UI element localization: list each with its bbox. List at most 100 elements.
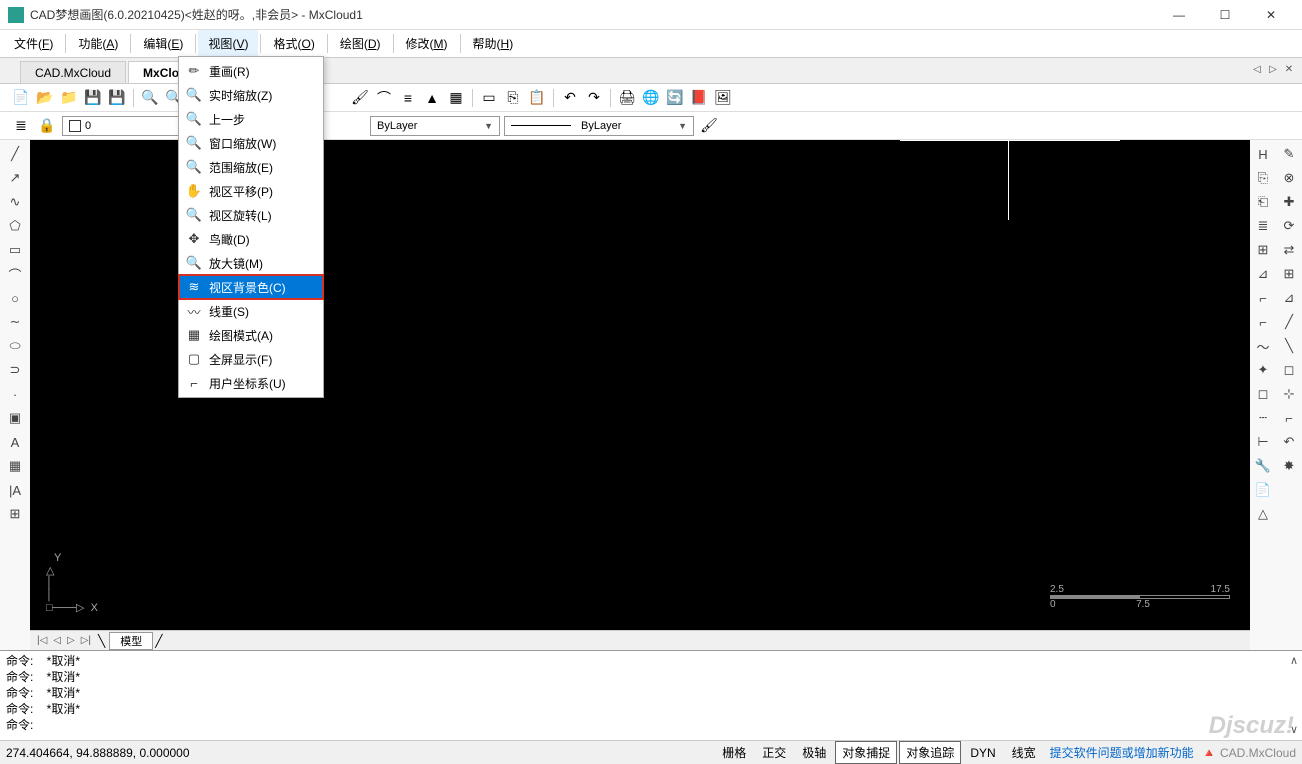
spline-tool[interactable]: ∼ bbox=[2, 311, 28, 333]
menu-magnifier[interactable]: 🔍放大镜(M) bbox=[179, 251, 323, 275]
status-otrack[interactable]: 对象追踪 bbox=[899, 741, 961, 764]
menu-viewport-bgcolor[interactable]: ≋视区背景色(C) bbox=[179, 275, 323, 299]
layer-icon[interactable]: ≣ bbox=[10, 115, 32, 137]
menu-pan[interactable]: ✋视区平移(P) bbox=[179, 179, 323, 203]
command-area[interactable]: ∧ 命令: *取消* 命令: *取消* 命令: *取消* 命令: *取消* 命令… bbox=[0, 650, 1302, 740]
measure-tool[interactable]: △ bbox=[1250, 503, 1276, 525]
mirror-tool[interactable]: ⊿ bbox=[1250, 263, 1276, 285]
status-ortho[interactable]: 正交 bbox=[755, 741, 793, 764]
mirror2-tool[interactable]: ⊿ bbox=[1276, 287, 1302, 309]
wrench-tool[interactable]: 🔧 bbox=[1250, 455, 1276, 477]
ray-tool[interactable]: ↗ bbox=[2, 167, 28, 189]
scroll-down-icon[interactable]: ∨ bbox=[1290, 722, 1298, 738]
command-input[interactable]: 命令: bbox=[6, 717, 1296, 733]
undo-button[interactable]: ↶ bbox=[559, 87, 581, 109]
paste-button[interactable]: 📋 bbox=[526, 87, 548, 109]
layer-lock-icon[interactable]: 🔒 bbox=[36, 115, 58, 137]
rotate-tool[interactable]: ⟳ bbox=[1276, 215, 1302, 237]
open-button[interactable]: 📂 bbox=[34, 87, 56, 109]
layer-button[interactable]: ▦ bbox=[445, 87, 467, 109]
point-tool[interactable]: · bbox=[2, 383, 28, 405]
model-nav-prev[interactable]: ◁ bbox=[50, 635, 64, 646]
arc-tool[interactable]: ⌒ bbox=[2, 263, 28, 285]
arc-button[interactable]: ⌒ bbox=[373, 87, 395, 109]
menu-viewport-rotate[interactable]: 🔍视区旋转(L) bbox=[179, 203, 323, 227]
menu-file[interactable]: 文件(F) bbox=[4, 30, 63, 57]
status-dyn[interactable]: DYN bbox=[963, 743, 1002, 763]
box-tool[interactable]: ◻ bbox=[1250, 383, 1276, 405]
status-lwt[interactable]: 线宽 bbox=[1005, 741, 1043, 764]
menu-draw[interactable]: 绘图(D) bbox=[330, 30, 391, 57]
box2-tool[interactable]: ◻ bbox=[1276, 359, 1302, 381]
ellipse-tool[interactable]: ⬭ bbox=[2, 335, 28, 357]
feedback-link[interactable]: 提交软件问题或增加新功能 bbox=[1050, 744, 1194, 761]
menu-edit[interactable]: 编辑(E) bbox=[133, 30, 193, 57]
menu-fullscreen[interactable]: ▢全屏显示(F) bbox=[179, 347, 323, 371]
menu-prev-step[interactable]: 🔍上一步 bbox=[179, 107, 323, 131]
paste2-tool[interactable]: ⎗ bbox=[1250, 191, 1276, 213]
menu-draw-mode[interactable]: ▦绘图模式(A) bbox=[179, 323, 323, 347]
circle-tool[interactable]: ○ bbox=[2, 287, 28, 309]
minimize-button[interactable]: — bbox=[1156, 0, 1202, 30]
edit-tool[interactable]: ✎ bbox=[1276, 143, 1302, 165]
new-button[interactable]: 📄 bbox=[10, 87, 32, 109]
move-tool[interactable]: ⇄ bbox=[1276, 239, 1302, 261]
line2-tool[interactable]: ╱ bbox=[1276, 311, 1302, 333]
model-tab[interactable]: 模型 bbox=[109, 632, 153, 650]
corner2-tool[interactable]: ⌐ bbox=[1250, 311, 1276, 333]
print-button[interactable]: 🖨 bbox=[616, 87, 638, 109]
burst-tool[interactable]: ✸ bbox=[1276, 455, 1302, 477]
dim-tool[interactable]: H bbox=[1250, 143, 1276, 165]
link-tool[interactable]: ⊗ bbox=[1276, 167, 1302, 189]
menu-realtime-zoom[interactable]: 🔍实时缩放(Z) bbox=[179, 83, 323, 107]
menu-ucs[interactable]: ⌐用户坐标系(U) bbox=[179, 371, 323, 395]
menu-format[interactable]: 格式(O) bbox=[263, 30, 324, 57]
ellipse-arc-tool[interactable]: ⊃ bbox=[2, 359, 28, 381]
tab-close-icon[interactable]: ✕ bbox=[1282, 62, 1296, 76]
status-osnap[interactable]: 对象捕捉 bbox=[835, 741, 897, 764]
hatch-tool[interactable]: ▦ bbox=[2, 455, 28, 477]
linetype-select[interactable]: ByLayer ▼ bbox=[370, 116, 500, 136]
refresh-button[interactable]: 🔄 bbox=[664, 87, 686, 109]
lineweight-select[interactable]: ByLayer ▼ bbox=[504, 116, 694, 136]
polygon-tool[interactable]: ⬠ bbox=[2, 215, 28, 237]
corner3-tool[interactable]: ⌐ bbox=[1276, 407, 1302, 429]
ruler-tool[interactable]: ⊢ bbox=[1250, 431, 1276, 453]
layer2-tool[interactable]: ≣ bbox=[1250, 215, 1276, 237]
text-tool[interactable]: A bbox=[2, 431, 28, 453]
mtext-tool[interactable]: |A bbox=[2, 479, 28, 501]
polyline-tool[interactable]: ∿ bbox=[2, 191, 28, 213]
menu-redraw[interactable]: ✏重画(R) bbox=[179, 59, 323, 83]
select-button[interactable]: ▭ bbox=[478, 87, 500, 109]
menu-lineweight[interactable]: 〰线重(S) bbox=[179, 299, 323, 323]
model-nav-first[interactable]: |◁ bbox=[34, 635, 50, 646]
grid2-tool[interactable]: ⊞ bbox=[1250, 239, 1276, 261]
saveas-button[interactable]: 💾 bbox=[106, 87, 128, 109]
block-tool[interactable]: ▣ bbox=[2, 407, 28, 429]
corner-tool[interactable]: ⌐ bbox=[1250, 287, 1276, 309]
spark-tool[interactable]: ✦ bbox=[1250, 359, 1276, 381]
model-nav-next[interactable]: ▷ bbox=[64, 635, 78, 646]
save-button[interactable]: 💾 bbox=[82, 87, 104, 109]
line-tool[interactable]: ╱ bbox=[2, 143, 28, 165]
close-button[interactable]: ✕ bbox=[1248, 0, 1294, 30]
pdf-button[interactable]: 📕 bbox=[688, 87, 710, 109]
menu-window-zoom[interactable]: 🔍窗口缩放(W) bbox=[179, 131, 323, 155]
tab-nav-right-icon[interactable]: ▷ bbox=[1266, 62, 1280, 76]
status-grid[interactable]: 栅格 bbox=[715, 741, 753, 764]
color-brush-button[interactable]: 🖌 bbox=[698, 115, 720, 137]
redo-button[interactable]: ↷ bbox=[583, 87, 605, 109]
maximize-button[interactable]: ☐ bbox=[1202, 0, 1248, 30]
lines-button[interactable]: ≡ bbox=[397, 87, 419, 109]
menu-modify[interactable]: 修改(M) bbox=[396, 30, 458, 57]
dimension-tool[interactable]: ⊞ bbox=[2, 503, 28, 525]
path-tool[interactable]: 〜 bbox=[1250, 335, 1276, 357]
brush-button[interactable]: 🖌 bbox=[349, 87, 371, 109]
rectangle-tool[interactable]: ▭ bbox=[2, 239, 28, 261]
undo2-tool[interactable]: ↶ bbox=[1276, 431, 1302, 453]
tab-nav-left-icon[interactable]: ◁ bbox=[1250, 62, 1264, 76]
scroll-up-icon[interactable]: ∧ bbox=[1290, 653, 1298, 669]
menu-function[interactable]: 功能(A) bbox=[68, 30, 128, 57]
menu-aerial[interactable]: ✥鸟瞰(D) bbox=[179, 227, 323, 251]
add-tool[interactable]: ✚ bbox=[1276, 191, 1302, 213]
